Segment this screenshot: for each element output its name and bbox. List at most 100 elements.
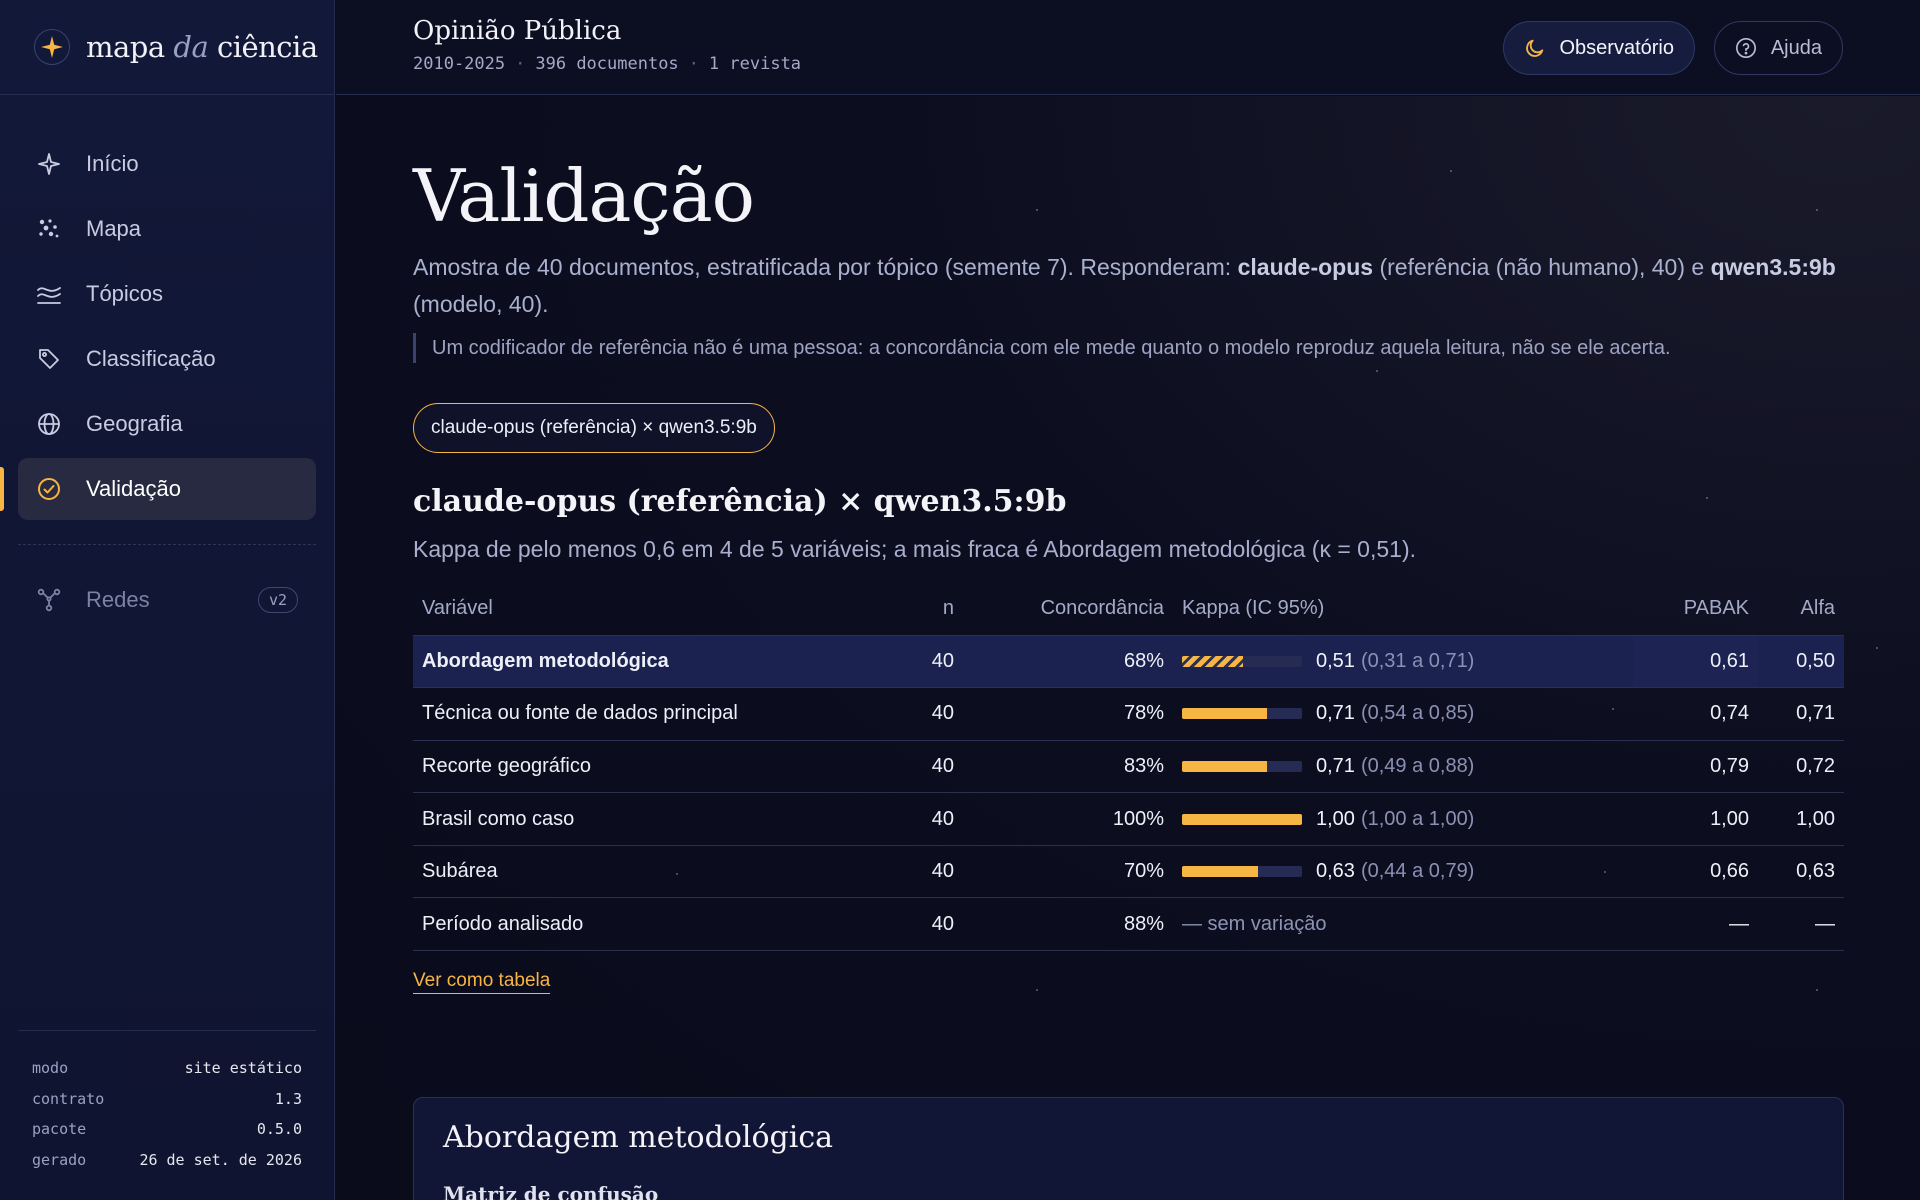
table-row[interactable]: Subárea 40 70% 0,63 (0,44 a 0,79) 0,66 0,… (413, 845, 1844, 899)
meta-key: pacote (32, 1120, 87, 1139)
period: 2010-2025 (413, 54, 506, 74)
moon-icon (1524, 37, 1546, 59)
kappa-ci: (0,44 a 0,79) (1360, 860, 1475, 883)
table-row[interactable]: Abordagem metodológica 40 68% 0,51 (0,31 … (413, 635, 1844, 689)
sample-description: Amostra de 40 documentos, estratificada … (413, 254, 1836, 317)
nav-label: Validação (86, 476, 181, 501)
comparison-pair-chip[interactable]: claude-opus (referência) × qwen3.5:9b (413, 403, 775, 453)
table-row[interactable]: Período analisado 40 88% — sem variação … (413, 897, 1844, 952)
help-button[interactable]: Ajuda (1713, 21, 1843, 75)
layers-waves-icon (36, 281, 62, 307)
no-variation-label: — sem variação (1182, 912, 1327, 935)
n-cell: 40 (853, 740, 963, 794)
n-cell: 40 (853, 635, 963, 689)
nav-label: Classificação (86, 346, 216, 371)
background-star (1036, 209, 1038, 211)
meta-row: gerado 26 de set. de 2026 (32, 1145, 302, 1176)
agreement-table: Variável n Concordância Kappa (IC 95%) P… (413, 583, 1844, 952)
variable-cell: Brasil como caso (413, 792, 853, 846)
background-star (1450, 170, 1452, 172)
kappa-bar (1182, 655, 1302, 667)
kappa-bar (1182, 813, 1302, 825)
card-title: Abordagem metodológica (443, 1120, 834, 1155)
alpha-cell: 0,63 (1758, 845, 1844, 899)
scatter-dots-icon (36, 216, 62, 242)
nav-item-inicio[interactable]: Início (18, 133, 316, 195)
reference-note: Um codificador de referência não é uma p… (413, 333, 1671, 363)
sidebar: mapa da ciência Início Mapa Tópicos Clas… (0, 0, 335, 1200)
kappa-bar (1182, 866, 1302, 878)
nav-label: Geografia (86, 411, 183, 436)
kappa-bar (1182, 708, 1302, 720)
kappa-ci: (0,31 a 0,71) (1360, 649, 1475, 672)
build-meta: modo site estático contrato 1.3 pacote 0.5.… (18, 1030, 316, 1200)
observatory-theme-button[interactable]: Observatório (1502, 21, 1695, 75)
meta-row: modo site estático (32, 1053, 302, 1084)
kappa-cell: 0,71 (0,54 a 0,85) (1173, 687, 1633, 741)
variable-cell: Subárea (413, 845, 853, 899)
table-row[interactable]: Técnica ou fonte de dados principal 40 7… (413, 687, 1844, 741)
meta-value: 1.3 (274, 1089, 302, 1108)
column-header-alpha: Alfa (1758, 583, 1844, 636)
kappa-cell: — sem variação (1173, 897, 1633, 952)
corpus-title: Opinião Pública (413, 16, 622, 46)
brand[interactable]: mapa da ciência (0, 0, 334, 95)
table-row[interactable]: Brasil como caso 40 100% 1,00 (1,00 a 1,0… (413, 792, 1844, 846)
meta-key: modo (32, 1059, 69, 1078)
help-label: Ajuda (1770, 36, 1822, 59)
question-circle-icon (1735, 37, 1757, 59)
pabak-cell: 0,61 (1633, 635, 1758, 689)
column-header-n: n (853, 583, 963, 636)
column-header-pabak: PABAK (1633, 583, 1758, 636)
observatory-label: Observatório (1559, 36, 1675, 59)
pabak-cell: 0,66 (1633, 845, 1758, 899)
globe-icon (36, 411, 62, 437)
nav-item-mapa[interactable]: Mapa (18, 198, 316, 260)
agreement-cell: 68% (963, 635, 1173, 689)
kappa-cell: 1,00 (1,00 a 1,00) (1173, 792, 1633, 846)
alpha-cell: — (1758, 897, 1844, 952)
pabak-cell: 1,00 (1633, 792, 1758, 846)
kappa-bar-fill (1182, 813, 1302, 825)
variable-cell: Período analisado (413, 897, 853, 952)
kappa-value: 1,00 (1316, 807, 1355, 830)
nav-label: Mapa (86, 216, 142, 241)
comparison-title: claude-opus (referência) × qwen3.5:9b (413, 484, 1067, 519)
kappa-bar-fill (1182, 760, 1268, 772)
pabak-cell: — (1633, 897, 1758, 952)
nav-item-geografia[interactable]: Geografia (18, 393, 316, 455)
n-cell: 40 (853, 845, 963, 899)
agreement-cell: 78% (963, 687, 1173, 741)
column-header-kappa: Kappa (IC 95%) (1173, 583, 1633, 636)
sparkle-icon (36, 151, 62, 177)
main-content: Validação Amostra de 40 documentos, estr… (336, 96, 1920, 1200)
column-header-agreement: Concordância (963, 583, 1173, 636)
nav-label: Início (86, 151, 139, 176)
meta-value: site estático (184, 1059, 302, 1078)
table-row[interactable]: Recorte geográfico 40 83% 0,71 (0,49 a 0,… (413, 740, 1844, 794)
pabak-cell: 0,79 (1633, 740, 1758, 794)
nav-label: Redes (86, 587, 150, 612)
alpha-cell: 0,50 (1758, 635, 1844, 689)
kappa-ci: (0,49 a 0,88) (1360, 754, 1475, 777)
alpha-cell: 0,72 (1758, 740, 1844, 794)
agreement-cell: 70% (963, 845, 1173, 899)
network-icon (36, 587, 62, 613)
nav-item-topicos[interactable]: Tópicos (18, 263, 316, 325)
tag-icon (36, 346, 62, 372)
nav-item-classificacao[interactable]: Classificação (18, 328, 316, 390)
kappa-bar (1182, 760, 1302, 772)
nav-item-validacao[interactable]: Validação (0, 458, 316, 520)
background-star (1036, 989, 1038, 991)
alpha-cell: 1,00 (1758, 792, 1844, 846)
view-as-table-link[interactable]: Ver como tabela (413, 970, 551, 994)
main-nav: Início Mapa Tópicos Classificação Geogra… (0, 95, 334, 631)
doc-count: 396 documentos (535, 54, 679, 74)
meta-row: pacote 0.5.0 (32, 1114, 302, 1145)
variable-cell: Abordagem metodológica (413, 635, 853, 689)
pabak-cell: 0,74 (1633, 687, 1758, 741)
variable-detail-card: Abordagem metodológica Matriz de confusã… (413, 1097, 1844, 1200)
kappa-cell: 0,71 (0,49 a 0,88) (1173, 740, 1633, 794)
star-logo-icon (34, 29, 70, 65)
check-circle-icon (36, 476, 62, 502)
